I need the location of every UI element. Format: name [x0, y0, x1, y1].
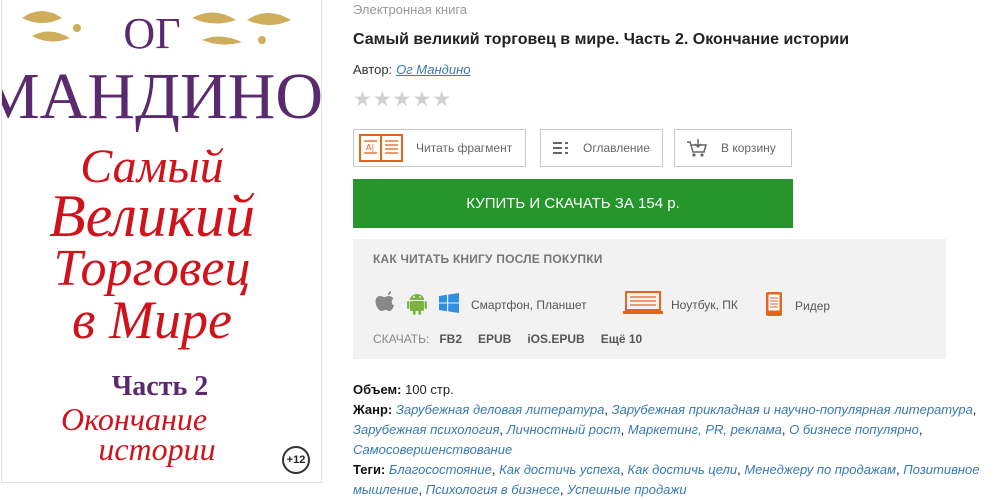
how-to-read-title: КАК ЧИТАТЬ КНИГУ ПОСЛЕ ПОКУПКИ: [373, 252, 603, 266]
windows-icon: [439, 293, 459, 316]
how-to-read-panel: КАК ЧИТАТЬ КНИГУ ПОСЛЕ ПОКУПКИ Смартфон,…: [353, 239, 946, 359]
tags-label: Теги:: [353, 462, 386, 477]
genre-link[interactable]: Самосовершенствование: [353, 442, 512, 457]
genre-label: Жанр:: [353, 402, 393, 417]
contents-button[interactable]: Оглавление: [540, 129, 663, 167]
cart-icon: [685, 138, 709, 158]
genre-link[interactable]: Маркетинг, PR, реклама: [628, 422, 782, 437]
book-meta: Объем: 100 стр. Жанр: Зарубежная деловая…: [353, 380, 993, 500]
cover-art: ОГ МАНДИНО Самый Великий Торговец в Мире…: [2, 9, 321, 467]
smartphone-label: Смартфон, Планшет: [471, 297, 587, 312]
tags-row: Теги: Благосостояние, Как достичь успеха…: [353, 462, 980, 497]
genre-row: Жанр: Зарубежная деловая литература, Зар…: [353, 402, 977, 457]
read-fragment-button[interactable]: A| Читать фрагмент: [353, 129, 526, 167]
volume-row: Объем: 100 стр.: [353, 380, 993, 400]
author-label: Автор:: [353, 62, 393, 77]
author-link[interactable]: Ог Мандино: [396, 62, 470, 77]
volume-label: Объем:: [353, 382, 402, 397]
tag-link[interactable]: Успешные продажи: [567, 482, 686, 497]
cover-title-4: в Мире: [72, 290, 232, 350]
apple-icon: [373, 291, 395, 318]
device-laptop[interactable]: Ноутбук, ПК: [623, 291, 738, 318]
format-ios-epub[interactable]: iOS.EPUB: [527, 332, 584, 346]
tag-link[interactable]: Как достичь успеха: [499, 462, 620, 477]
cover-author-line1: ОГ: [123, 9, 180, 58]
volume-value: 100 стр.: [405, 382, 454, 397]
format-fb2[interactable]: FB2: [439, 332, 462, 346]
tag-link[interactable]: Благосостояние: [389, 462, 492, 477]
author-row: Автор: Ог Мандино: [353, 62, 470, 77]
android-icon: [407, 291, 427, 318]
download-formats: СКАЧАТЬ: FB2 EPUB iOS.EPUB Ещё 10: [373, 332, 642, 346]
device-smartphone[interactable]: Смартфон, Планшет: [373, 291, 587, 318]
genre-link[interactable]: Зарубежная прикладная и научно-популярна…: [612, 402, 973, 417]
book-open-icon: A|: [358, 130, 404, 166]
book-type: Электронная книга: [353, 2, 468, 17]
book-cover[interactable]: ОГ МАНДИНО Самый Великий Торговец в Мире…: [1, 0, 322, 483]
list-icon: [551, 141, 571, 155]
laptop-icon: [623, 291, 663, 318]
svg-text:A|: A|: [366, 143, 374, 152]
genre-link[interactable]: Зарубежная деловая литература: [396, 402, 605, 417]
read-fragment-label: Читать фрагмент: [416, 141, 513, 155]
book-title: Самый великий торговец в мире. Часть 2. …: [353, 31, 850, 48]
laptop-label: Ноутбук, ПК: [671, 297, 738, 312]
tag-link[interactable]: Как достичь цели: [628, 462, 738, 477]
book-cover-area: ОГ МАНДИНО Самый Великий Торговец в Мире…: [0, 0, 322, 499]
cover-part: Часть 2: [112, 371, 209, 402]
genre-link[interactable]: О бизнесе популярно: [789, 422, 919, 437]
tag-link[interactable]: Психология в бизнесе: [426, 482, 560, 497]
genre-link[interactable]: Зарубежная психология: [353, 422, 499, 437]
cover-subtitle-2: истории: [98, 431, 215, 467]
reader-label: Ридер: [795, 298, 831, 313]
format-epub[interactable]: EPUB: [478, 332, 511, 346]
ereader-icon: [765, 291, 783, 320]
contents-label: Оглавление: [583, 141, 650, 155]
device-reader[interactable]: Ридер: [765, 291, 830, 320]
cover-title-3: Торговец: [54, 240, 251, 297]
cover-author-line2: МАНДИНО: [2, 60, 321, 133]
buy-download-button[interactable]: КУПИТЬ И СКАЧАТЬ ЗА 154 р.: [353, 179, 793, 228]
age-rating-badge: +12: [282, 446, 310, 474]
format-more[interactable]: Ещё 10: [601, 332, 642, 346]
add-to-cart-label: В корзину: [721, 141, 776, 155]
tag-link[interactable]: Менеджеру по продажам: [744, 462, 896, 477]
download-label: СКАЧАТЬ:: [373, 332, 430, 346]
rating-stars[interactable]: ★★★★★: [353, 87, 452, 112]
add-to-cart-button[interactable]: В корзину: [674, 129, 792, 167]
genre-link[interactable]: Личностный рост: [507, 422, 621, 437]
